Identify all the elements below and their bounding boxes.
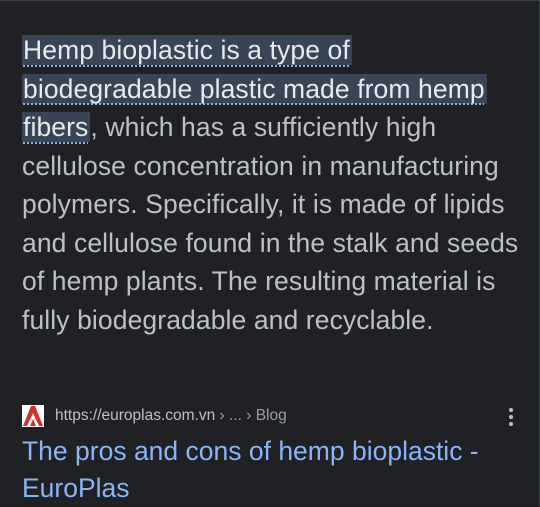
featured-snippet-text: Hemp bioplastic is a type of biodegradab… [22, 31, 522, 339]
result-title-link[interactable]: The pros and cons of hemp bioplastic - E… [22, 433, 522, 507]
source-breadcrumb: › ... › Blog [215, 407, 287, 424]
dot [509, 422, 513, 426]
source-url[interactable]: https://europlas.com.vn › ... › Blog [55, 407, 287, 425]
dot [509, 408, 513, 412]
source-attribution[interactable]: https://europlas.com.vn › ... › Blog [22, 403, 521, 429]
europlas-logo-icon [22, 405, 44, 427]
featured-snippet-card: Hemp bioplastic is a type of biodegradab… [0, 0, 540, 506]
more-options-icon[interactable] [501, 405, 521, 429]
snippet-continuation: , which has a sufficiently high cellulos… [22, 112, 519, 335]
source-domain: https://europlas.com.vn [55, 407, 216, 424]
dot [509, 415, 513, 419]
